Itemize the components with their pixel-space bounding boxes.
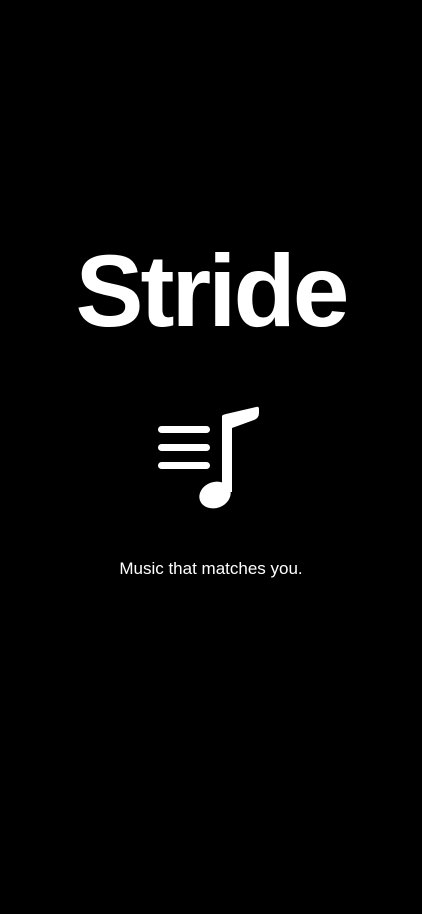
music-note-list-icon bbox=[158, 406, 262, 512]
splash-screen: Stride Music that matches you. bbox=[0, 0, 422, 914]
tagline: Music that matches you. bbox=[119, 559, 303, 578]
app-title: Stride bbox=[75, 234, 349, 348]
